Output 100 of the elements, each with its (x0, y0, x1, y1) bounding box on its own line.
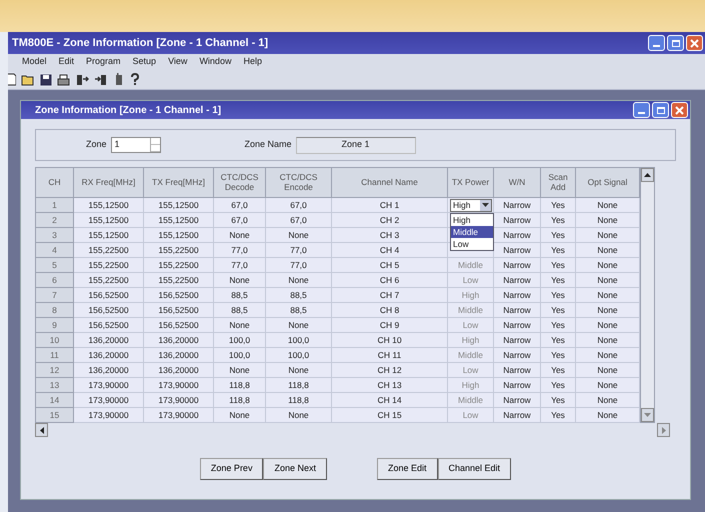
table-cell: None (266, 228, 332, 242)
table-cell: 155,12500 (144, 212, 214, 228)
save-icon[interactable] (40, 74, 52, 86)
zone-name-field[interactable]: Zone 1 (296, 136, 416, 154)
table-cell: None (214, 272, 266, 288)
folder-icon[interactable] (21, 74, 35, 86)
menu-item[interactable]: Window (199, 55, 232, 69)
dropdown-option[interactable]: Middle (451, 226, 493, 238)
printer-icon[interactable] (57, 74, 70, 86)
menu-item[interactable]: Edit (58, 55, 74, 69)
table-cell: 67,0 (266, 212, 332, 228)
maximize-button[interactable] (667, 35, 684, 51)
menu-item[interactable]: Program (86, 55, 121, 69)
zone-label: Zone (86, 138, 107, 152)
menu-item[interactable]: Model (22, 55, 47, 69)
table-cell: 136,20000 (144, 332, 214, 348)
table-cell: CH 2 (332, 212, 448, 228)
zone-spinner[interactable]: 1 (110, 137, 161, 153)
table-cell: Yes (540, 318, 576, 332)
table-cell: Yes (540, 272, 576, 288)
column-header[interactable]: Channel Name (332, 168, 448, 198)
table-cell: None (266, 408, 332, 422)
table-cell: Narrow (494, 272, 540, 288)
horizontal-scrollbar[interactable] (35, 423, 670, 436)
table-cell: None (576, 332, 640, 348)
table-cell: 173,90000 (144, 392, 214, 408)
row-header: 12 (36, 362, 74, 378)
vertical-scrollbar[interactable] (640, 167, 655, 423)
row-header: 14 (36, 392, 74, 408)
window-title: TM800E - Zone Information [Zone - 1 Channel - 1] (12, 36, 270, 51)
table-cell: Low (448, 408, 494, 422)
table-cell: Narrow (494, 332, 540, 348)
push-button[interactable]: Channel Edit (438, 458, 512, 480)
help-icon[interactable] (130, 73, 140, 86)
close-button[interactable] (686, 35, 703, 51)
column-header[interactable]: TX Freq[MHz] (144, 168, 214, 198)
column-header[interactable]: Opt Signal (576, 168, 640, 198)
table-cell: Yes (540, 332, 576, 348)
table-cell: 88,5 (266, 302, 332, 318)
table-cell: Narrow (494, 302, 540, 318)
table-cell: CH 1 (332, 198, 448, 212)
table-cell: 100,0 (266, 348, 332, 362)
minimize-button[interactable] (633, 102, 650, 118)
menu-item[interactable]: Setup (132, 55, 156, 69)
column-header[interactable]: W/N (494, 168, 540, 198)
table-cell: None (576, 318, 640, 332)
table-cell: CH 5 (332, 258, 448, 272)
caret-icon (482, 203, 489, 207)
column-header[interactable]: CTC/DCS Decode (214, 168, 266, 198)
menu-item[interactable]: Help (243, 55, 262, 69)
table-cell: High (448, 378, 494, 392)
table-cell: 118,8 (266, 378, 332, 392)
table-cell: 155,22500 (74, 258, 144, 272)
maximize-button[interactable] (652, 102, 669, 118)
table-cell: Yes (540, 212, 576, 228)
table-cell: Yes (540, 392, 576, 408)
radio-write-icon[interactable] (94, 73, 108, 86)
table-cell: 155,12500 (74, 228, 144, 242)
table-cell: CH 12 (332, 362, 448, 378)
row-header: 1 (36, 198, 74, 212)
radio-read-icon[interactable] (75, 73, 89, 86)
table-cell: CH 13 (332, 378, 448, 392)
table-cell: 77,0 (214, 258, 266, 272)
table-cell: Narrow (494, 242, 540, 258)
row-header: 3 (36, 228, 74, 242)
table-cell: 136,20000 (74, 348, 144, 362)
radio-icon[interactable] (113, 73, 125, 86)
minimize-button[interactable] (648, 35, 665, 51)
table-cell: 136,20000 (144, 362, 214, 378)
table-cell: Middle (448, 302, 494, 318)
table-cell: 67,0 (266, 198, 332, 212)
close-button[interactable] (671, 102, 688, 118)
table-cell: Yes (540, 242, 576, 258)
close-icon (690, 38, 699, 48)
table-cell: 118,8 (214, 392, 266, 408)
table-cell: 155,22500 (74, 272, 144, 288)
table-cell: 173,90000 (74, 392, 144, 408)
power-dropdown[interactable]: High (450, 198, 492, 212)
dropdown-option[interactable]: Low (451, 238, 493, 250)
table-cell: Low (448, 272, 494, 288)
table-cell: None (576, 212, 640, 228)
column-header[interactable]: CH (36, 168, 74, 198)
column-header[interactable]: Scan Add (540, 168, 576, 198)
push-button[interactable]: Zone Next (263, 458, 327, 480)
push-button[interactable]: Zone Edit (376, 458, 438, 480)
document-icon[interactable] (8, 73, 16, 86)
column-header[interactable]: RX Freq[MHz] (74, 168, 144, 198)
push-button[interactable]: Zone Prev (200, 458, 264, 480)
table-cell: 173,90000 (74, 408, 144, 422)
column-header[interactable]: CTC/DCS Encode (266, 168, 332, 198)
table-cell: 77,0 (266, 242, 332, 258)
table-cell: Yes (540, 362, 576, 378)
table-cell: None (266, 318, 332, 332)
table-cell: 173,90000 (74, 378, 144, 392)
close-icon (675, 106, 684, 114)
table-cell: None (576, 302, 640, 318)
table-cell: None (576, 378, 640, 392)
table-cell: 136,20000 (74, 362, 144, 378)
column-header[interactable]: TX Power (448, 168, 494, 198)
menu-item[interactable]: View (168, 55, 188, 69)
